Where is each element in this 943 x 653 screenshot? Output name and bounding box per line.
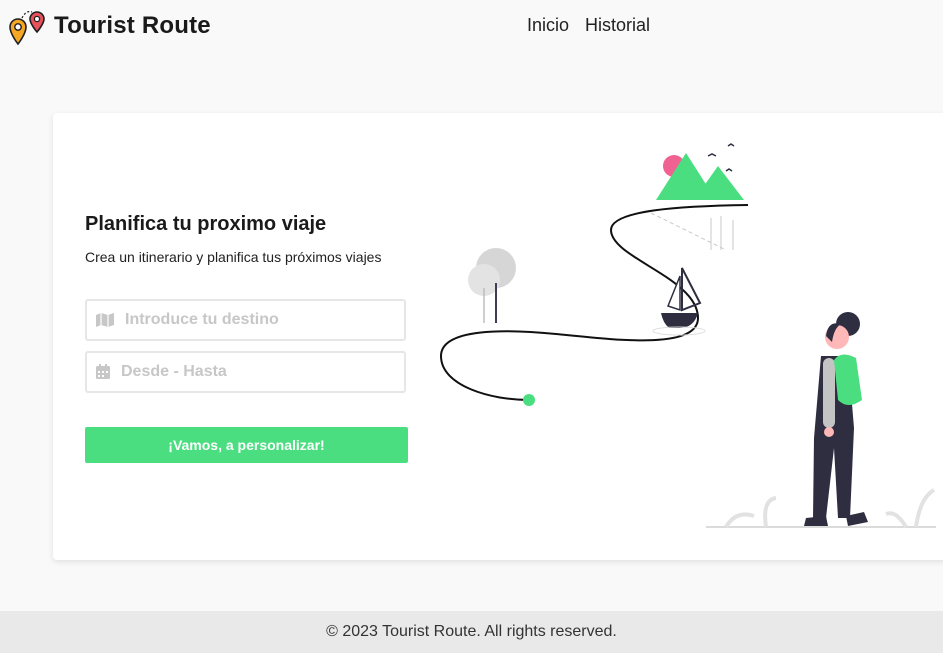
main-nav: Inicio Historial	[527, 15, 650, 36]
copyright-text: © 2023 Tourist Route. All rights reserve…	[326, 623, 617, 640]
destination-input[interactable]	[123, 310, 387, 330]
nav-link-inicio[interactable]: Inicio	[527, 15, 569, 36]
map-icon	[96, 313, 114, 327]
dates-field[interactable]	[85, 351, 406, 393]
trip-planner-card: Planifica tu proximo viaje Crea un itine…	[53, 113, 943, 560]
brand-name: Tourist Route	[54, 12, 211, 39]
calendar-icon	[96, 364, 110, 379]
travel-illustration	[439, 143, 936, 529]
hiker-figure	[804, 312, 868, 526]
sailboat-shape	[661, 313, 698, 328]
destination-field[interactable]	[85, 299, 406, 341]
form-subtitle: Crea un itinerario y planifica tus próxi…	[85, 249, 382, 265]
route-dot	[523, 394, 535, 406]
map-pins-logo-icon	[9, 11, 45, 46]
form-title: Planifica tu proximo viaje	[85, 213, 327, 235]
page-footer: © 2023 Tourist Route. All rights reserve…	[0, 611, 943, 653]
personalize-button[interactable]: ¡Vamos, a personalizar!	[85, 427, 408, 463]
dates-input[interactable]	[119, 362, 383, 382]
route-path	[439, 204, 749, 401]
nav-link-historial[interactable]: Historial	[585, 15, 650, 36]
brand[interactable]: Tourist Route	[4, 6, 211, 46]
